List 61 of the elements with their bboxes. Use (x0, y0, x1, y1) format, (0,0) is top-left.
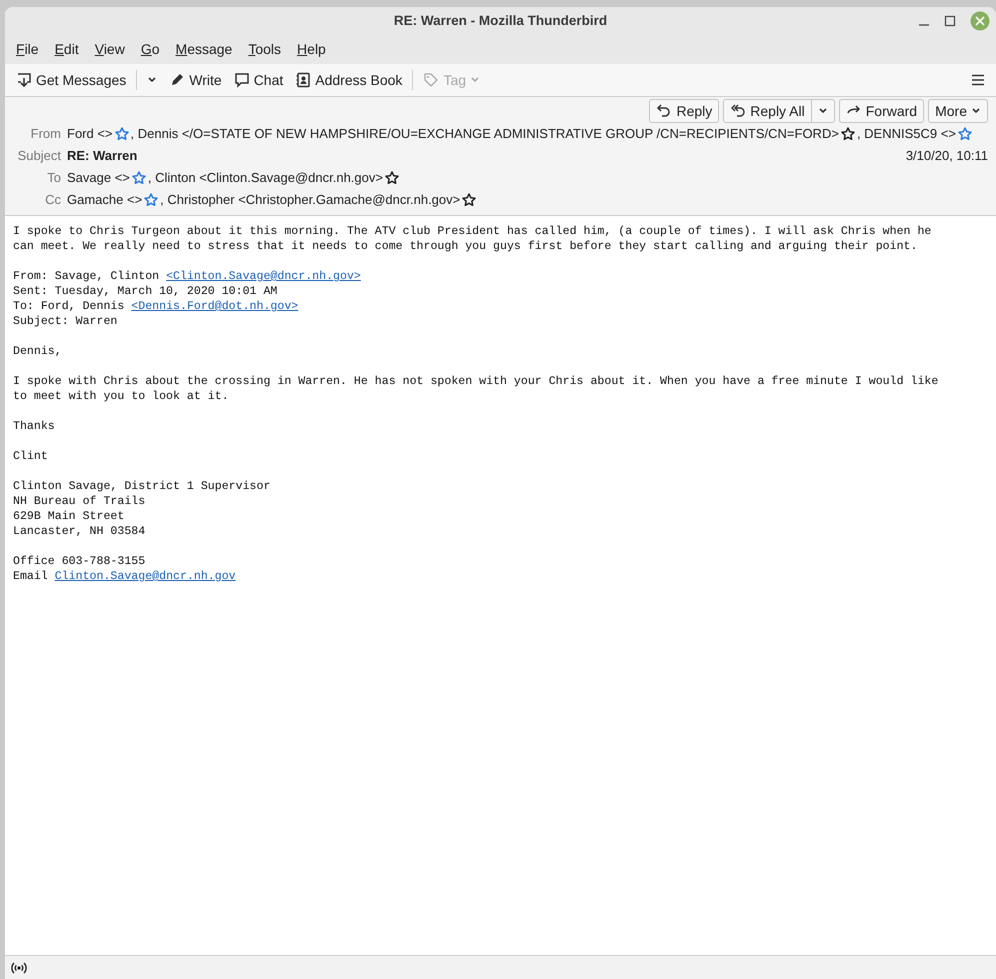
message-paragraph: I spoke to Chris Turgeon about it this morning. The ATV club President has called him, (a couple of times). I will ask Chris when he can meet. We really need to stress that it needs to come through you guys first before they start calling and arguing their point. (13, 224, 932, 254)
caret-icon[interactable] (818, 106, 828, 116)
star-icon[interactable] (840, 127, 855, 141)
message-paragraph: I spoke with Chris about the crossing in Warren. He has not spoken with your Chris about it. When you have a free minute I would like to meet with you to look at it. (13, 374, 940, 404)
action-button[interactable]: Forward (838, 99, 924, 123)
toolbar-button[interactable]: Get Messages (11, 68, 132, 92)
recipient-name[interactable]: Gamache <> (67, 190, 142, 210)
menu-item[interactable]: Tools (240, 39, 290, 60)
message-paragraph: Thanks (13, 419, 56, 434)
recipient-name[interactable]: , Clinton <Clinton.Savage@dncr.nh.gov> (148, 168, 383, 188)
star-icon[interactable] (958, 127, 972, 141)
speech-bubble-icon (234, 72, 250, 88)
menu-item[interactable]: Help (289, 39, 334, 60)
caret-icon[interactable] (147, 75, 158, 85)
recipient-name[interactable]: , DENNIS5C9 <> (856, 124, 956, 144)
action-button[interactable]: More (928, 99, 988, 123)
menu-item[interactable]: Message (168, 39, 240, 60)
menu-item[interactable]: Edit (46, 39, 87, 60)
field-label: From (30, 125, 61, 144)
message-paragraph: From: Savage, Clinton <Clinton.Savage@dncr.nh.gov> Sent: Tuesday, March 10, 2020 10:01 AM To: Ford, Dennis <Dennis.Ford@dot.nh.gov> Subject: Warren (13, 269, 362, 329)
email-link[interactable]: <Clinton.Savage@dncr.nh.gov> (166, 270, 361, 283)
recipient-name[interactable]: , Christopher <Christopher.Gamache@dncr.nh.gov> (160, 190, 460, 210)
toolbar-button[interactable]: Write (164, 68, 227, 92)
field-label: Subject (16, 147, 61, 166)
recipient-name[interactable]: , Dennis </O=STATE OF NEW HAMPSHIRE/OU=EXCHANGE ADMINISTRATIVE GROUP /CN=RECIPIENTS/CN=FORD> (130, 124, 839, 144)
menu-item[interactable]: File (8, 39, 47, 60)
wireless-icon (11, 962, 27, 974)
star-icon[interactable] (144, 193, 158, 207)
maximize-icon[interactable] (944, 15, 956, 27)
menu-item[interactable]: Go (132, 39, 168, 60)
action-button[interactable]: Reply All (723, 99, 812, 123)
field-label: To (46, 169, 61, 188)
message-paragraph: Dennis, (13, 344, 63, 359)
window-title: RE: Warren - Mozilla Thunderbird (394, 12, 608, 30)
message-paragraph: Clint (13, 449, 49, 464)
menu-item[interactable]: View (86, 39, 133, 60)
tag-icon (423, 72, 440, 88)
dropdown-button[interactable] (812, 99, 835, 123)
pencil-icon (169, 72, 186, 88)
star-icon[interactable] (132, 171, 146, 185)
caret-icon[interactable] (971, 106, 981, 116)
toolbar-button[interactable]: Address Book (290, 68, 408, 92)
download-tray-icon (16, 72, 32, 88)
recipient-name[interactable]: Savage <> (67, 168, 130, 188)
toolbar-button[interactable]: Chat (228, 68, 288, 92)
contact-card-icon (295, 72, 312, 88)
subject-text: RE: Warren (67, 147, 138, 166)
action-button[interactable]: Reply (649, 99, 720, 123)
star-icon[interactable] (114, 127, 129, 141)
reply-all-arrow-icon (730, 103, 746, 119)
message-paragraph: Clinton Savage, District 1 Supervisor NH Bureau of Trails 629B Main Street Lancaster, NH 03584 (13, 479, 272, 539)
star-icon[interactable] (462, 193, 476, 207)
message-paragraph: Office 603-788-3155 Email Clinton.Savage@dncr.nh.gov (13, 554, 237, 584)
recipient-name[interactable]: Ford <> (67, 124, 113, 144)
star-icon[interactable] (384, 171, 399, 185)
email-link[interactable]: <Dennis.Ford@dot.nh.gov> (131, 300, 298, 313)
menu-icon[interactable] (971, 74, 985, 86)
reply-arrow-icon (656, 103, 672, 119)
field-label: Cc (44, 191, 61, 210)
email-link[interactable]: Clinton.Savage@dncr.nh.gov (54, 570, 236, 583)
date-text: 3/10/20, 10:11 (906, 147, 988, 166)
